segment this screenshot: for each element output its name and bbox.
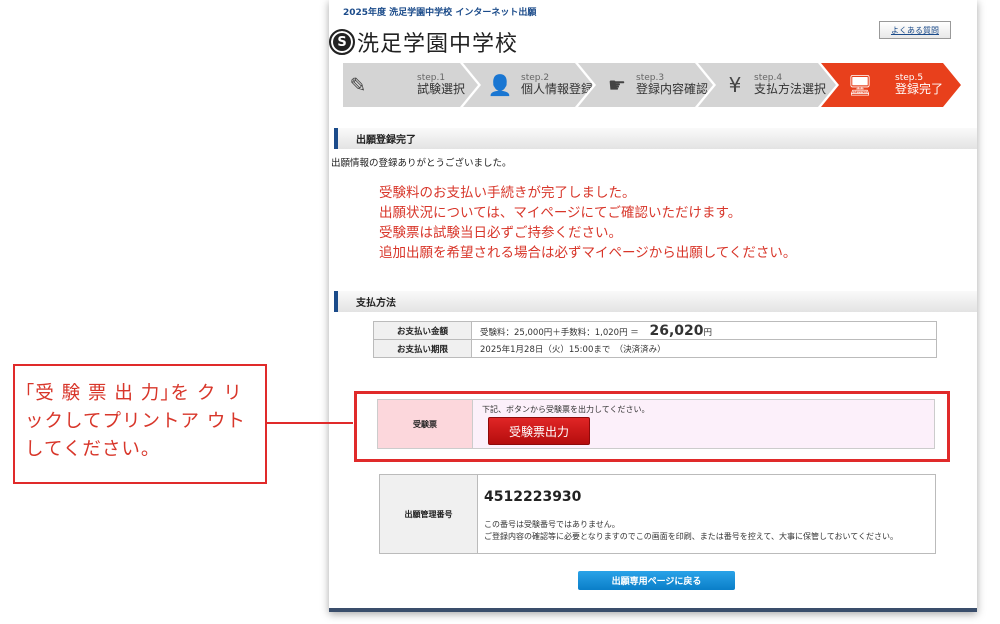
application-number-note: ご登録内容の確認等に必要となりますのでこの画面を印刷、または番号を控えて、大事に… bbox=[484, 532, 898, 541]
notice-line: 受験料のお支払い手続きが完了しました。 bbox=[379, 185, 636, 201]
school-emblem-icon: S bbox=[329, 29, 355, 55]
step-label: 試験選択 bbox=[417, 82, 466, 97]
deadline-value: 2025年1月28日（火）15:00まで （決済済み） bbox=[471, 339, 937, 358]
step-3: ☛ step.3 登録内容確認 bbox=[578, 63, 713, 107]
table-row: お支払い期限 2025年1月28日（火）15:00まで （決済済み） bbox=[373, 339, 937, 358]
application-number-note: この番号は受験番号ではありません。 bbox=[484, 520, 620, 529]
person-icon: 👤 bbox=[487, 73, 513, 97]
section-heading-completion: 出願登録完了 bbox=[334, 128, 977, 149]
footer-bar bbox=[329, 608, 977, 612]
faq-button[interactable]: よくある質問 bbox=[879, 21, 951, 39]
highlight-frame bbox=[354, 391, 950, 462]
application-number-box: 出願管理番号 4512223930 この番号は受験番号ではありません。 ご登録内… bbox=[379, 474, 936, 554]
application-page: 2025年度 洗足学園中学校 インターネット出願 S 洗足学園中学校 よくある質… bbox=[329, 0, 977, 612]
application-number: 4512223930 bbox=[484, 489, 582, 505]
step-label: 登録内容確認 bbox=[636, 82, 709, 97]
payment-table: お支払い金額 受験料：25,000円＋手数料：1,020円 ＝ 26,020円 … bbox=[373, 321, 937, 358]
step-5: 🖥 step.5 登録完了 bbox=[821, 63, 961, 107]
thanks-message: 出願情報の登録ありがとうございました。 bbox=[331, 158, 512, 169]
progress-steps: ✎ step.1 試験選択 👤 step.2 個人情報登録 ☛ step.3 登… bbox=[343, 63, 961, 107]
school-name: 洗足学園中学校 bbox=[357, 32, 519, 57]
section-heading-payment: 支払方法 bbox=[334, 291, 977, 312]
table-row: お支払い金額 受験料：25,000円＋手数料：1,020円 ＝ 26,020円 bbox=[373, 321, 937, 340]
notice-line: 出願状況については、マイページにてご確認いただけます。 bbox=[379, 205, 742, 221]
step-1: ✎ step.1 試験選択 bbox=[343, 63, 478, 107]
step-label: 支払方法選択 bbox=[754, 82, 827, 97]
pencil-icon: ✎ bbox=[349, 73, 367, 97]
application-number-label: 出願管理番号 bbox=[380, 475, 478, 553]
deadline-label: お支払い期限 bbox=[373, 339, 472, 358]
notice-list: 受験料のお支払い手続きが完了しました。 出願状況については、マイページにてご確認… bbox=[379, 183, 796, 263]
amount-unit: 円 bbox=[703, 327, 713, 338]
amount-value: 受験料：25,000円＋手数料：1,020円 ＝ 26,020円 bbox=[471, 321, 937, 340]
notice-line: 追加出願を希望される場合は必ずマイページから出願してください。 bbox=[379, 245, 797, 261]
step-4: ¥ step.4 支払方法選択 bbox=[698, 63, 836, 107]
step-label: 個人情報登録 bbox=[521, 82, 594, 97]
yen-icon: ¥ bbox=[728, 73, 742, 97]
header-caption: 2025年度 洗足学園中学校 インターネット出願 bbox=[343, 8, 537, 18]
step-label: 登録完了 bbox=[895, 82, 944, 97]
school-logo[interactable]: S 洗足学園中学校 bbox=[329, 26, 518, 58]
amount-detail: 受験料：25,000円＋手数料：1,020円 ＝ bbox=[480, 327, 639, 338]
pointer-icon: ☛ bbox=[608, 73, 626, 97]
callout-connector bbox=[267, 422, 353, 424]
step-2: 👤 step.2 個人情報登録 bbox=[463, 63, 593, 107]
notice-line: 受験票は試験当日必ずご持参ください。 bbox=[379, 225, 622, 241]
instruction-callout: ｢受 験 票 出 力｣を ク リックしてプリントア ウトしてください。 bbox=[13, 364, 267, 484]
back-to-portal-button[interactable]: 出願専用ページに戻る bbox=[578, 571, 735, 590]
computer-icon: 🖥 bbox=[847, 73, 873, 97]
amount-total: 26,020 bbox=[649, 322, 704, 339]
amount-label: お支払い金額 bbox=[373, 321, 472, 340]
